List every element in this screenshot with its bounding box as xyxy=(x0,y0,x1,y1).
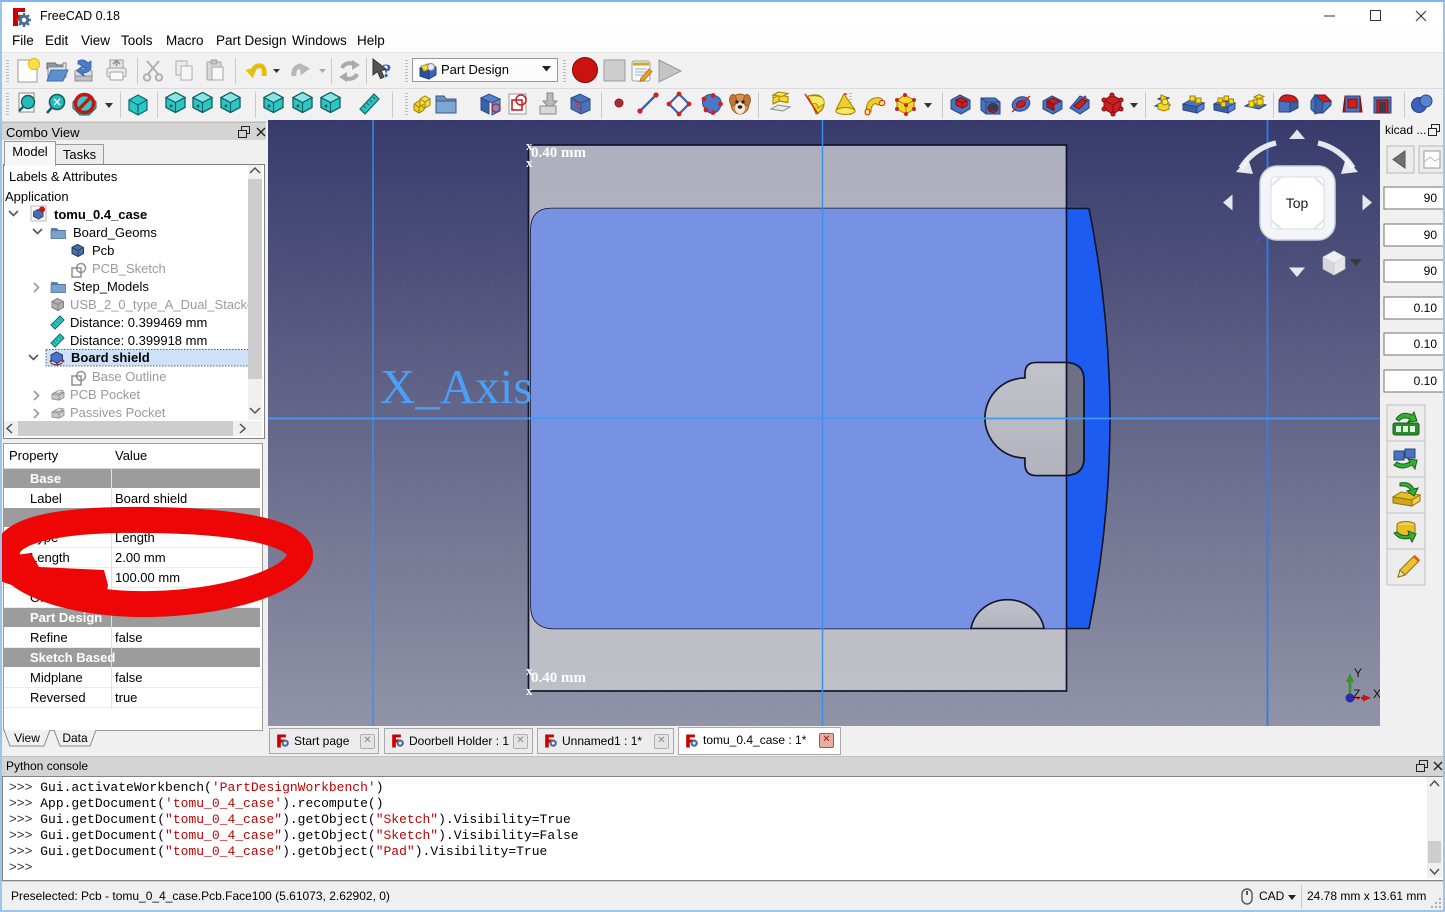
svg-text:USB_2_0_type_A_Dual_Stacked_ja: USB_2_0_type_A_Dual_Stacked_jac xyxy=(70,297,262,312)
svg-text:0.40 mm: 0.40 mm xyxy=(531,145,586,161)
svg-text:x: x xyxy=(526,663,533,678)
svg-text:PCB Pocket: PCB Pocket xyxy=(70,387,140,402)
svg-text:Data: Data xyxy=(62,731,88,745)
svg-text:PCB_Sketch: PCB_Sketch xyxy=(92,261,166,276)
svg-text:?: ? xyxy=(382,61,392,82)
svg-text:0.10: 0.10 xyxy=(1414,301,1438,315)
svg-text:Z: Z xyxy=(1353,687,1360,701)
svg-text:Step_Models: Step_Models xyxy=(73,279,149,294)
svg-text:x: x xyxy=(526,138,533,153)
svg-text:Passives Pocket: Passives Pocket xyxy=(70,405,166,420)
svg-text:View: View xyxy=(14,731,40,745)
svg-text:Base Outline: Base Outline xyxy=(92,369,166,384)
svg-text:Application: Application xyxy=(5,189,69,204)
svg-text:0.10: 0.10 xyxy=(1414,337,1438,351)
svg-text:Board_Geoms: Board_Geoms xyxy=(73,225,157,240)
svg-text:Top: Top xyxy=(1286,195,1309,211)
svg-text:0.40 mm: 0.40 mm xyxy=(531,670,586,686)
svg-text:90: 90 xyxy=(1424,264,1438,278)
svg-text:x: x xyxy=(526,683,533,698)
svg-text:x: x xyxy=(526,155,533,170)
svg-text:Y: Y xyxy=(1354,666,1362,680)
svg-text:X_Axis: X_Axis xyxy=(380,359,532,414)
svg-text:90: 90 xyxy=(1424,191,1438,205)
svg-text:Board shield: Board shield xyxy=(71,350,150,365)
svg-text:Part Design: Part Design xyxy=(441,62,509,77)
svg-text:z: z xyxy=(1256,235,1262,247)
svg-text:90: 90 xyxy=(1424,228,1438,242)
svg-text:0.10: 0.10 xyxy=(1414,374,1438,388)
svg-text:Labels & Attributes: Labels & Attributes xyxy=(9,169,118,184)
svg-text:X: X xyxy=(1373,687,1380,701)
svg-text:Distance: 0.399918 mm: Distance: 0.399918 mm xyxy=(70,333,207,348)
svg-text:Distance: 0.399469 mm: Distance: 0.399469 mm xyxy=(70,315,207,330)
svg-text:Pcb: Pcb xyxy=(92,243,114,258)
svg-text:tomu_0.4_case: tomu_0.4_case xyxy=(54,207,147,222)
